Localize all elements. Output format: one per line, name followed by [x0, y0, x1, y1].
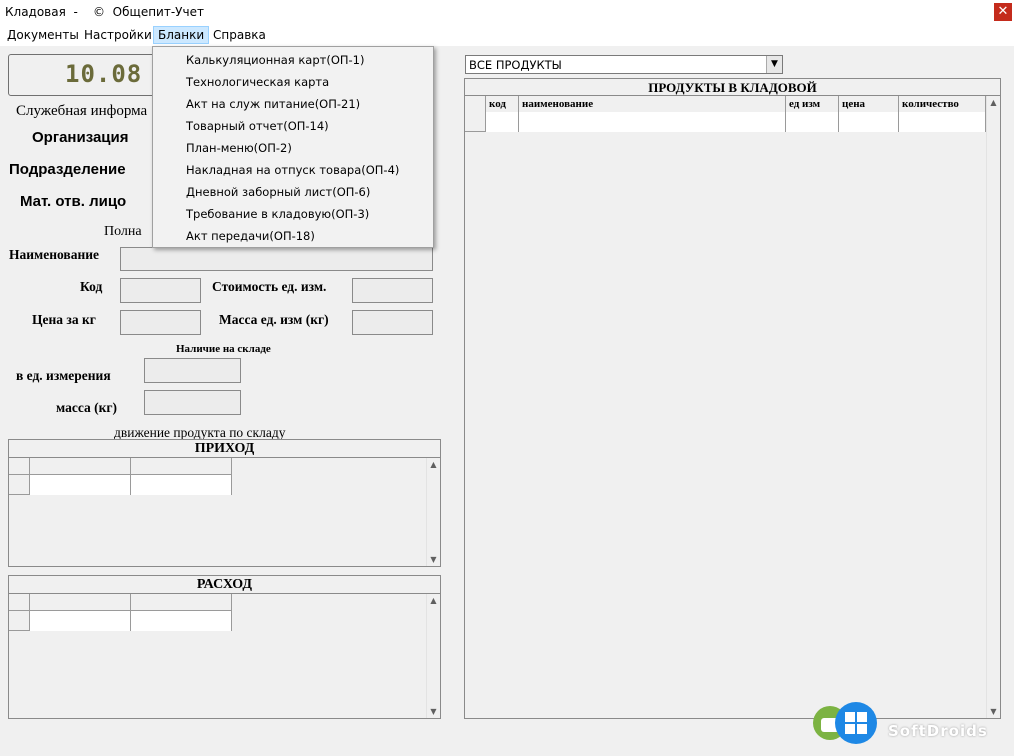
menu-forms[interactable]: Бланки: [153, 26, 210, 44]
responsible-label: Мат. отв. лицо: [20, 193, 127, 210]
dropdown-item-op2[interactable]: План-меню(ОП-2): [186, 138, 292, 158]
storeroom-title: ПРОДУКТЫ В КЛАДОВОЙ: [465, 79, 1000, 96]
watermark-text: SoftDroids: [888, 722, 988, 740]
product-filter-value: ВСЕ ПРОДУКТЫ: [469, 58, 562, 72]
service-info-label: Служебная информа: [16, 103, 148, 119]
stock-units-label: в ед. измерения: [16, 368, 111, 383]
dropdown-item-op21[interactable]: Акт на служ питание(ОП-21): [186, 94, 360, 114]
stock-mass-field[interactable]: [144, 390, 241, 415]
table-row[interactable]: [9, 475, 232, 495]
scroll-down-icon[interactable]: ▼: [987, 707, 1000, 716]
product-name-field[interactable]: [120, 247, 433, 271]
dropdown-item-op4[interactable]: Накладная на отпуск товара(ОП-4): [186, 160, 399, 180]
code-field[interactable]: [120, 278, 201, 303]
product-filter-select[interactable]: ВСЕ ПРОДУКТЫ ▼: [465, 55, 783, 74]
stock-units-field[interactable]: [144, 358, 241, 383]
column-header-code[interactable]: код: [486, 96, 519, 112]
unit-cost-field[interactable]: [352, 278, 433, 303]
scroll-up-icon[interactable]: ▲: [427, 596, 440, 605]
expense-section: РАСХОД ▲ ▼: [8, 575, 441, 719]
menu-help[interactable]: Справка: [209, 26, 270, 44]
dropdown-item-tech-card[interactable]: Технологическая карта: [186, 72, 329, 92]
expense-title: РАСХОД: [9, 576, 440, 594]
expense-grid-header: [9, 594, 232, 611]
chevron-down-icon[interactable]: ▼: [766, 56, 782, 73]
division-label: Подразделение: [9, 161, 126, 178]
table-row[interactable]: [9, 611, 232, 631]
income-scrollbar[interactable]: ▲ ▼: [426, 458, 440, 566]
title-bar: Кладовая - © Общепит-Учет ✕: [0, 0, 1014, 24]
dropdown-item-op1[interactable]: Калькуляционная карт(ОП-1): [186, 50, 365, 70]
table-row[interactable]: [465, 112, 986, 132]
full-label: Полна: [104, 224, 142, 239]
scroll-up-icon[interactable]: ▲: [987, 98, 1000, 107]
storeroom-grid-header: код наименование ед изм цена количество: [465, 96, 986, 112]
column-header-name[interactable]: наименование: [519, 96, 786, 112]
menu-bar: Документы Настройки Бланки Справка: [0, 24, 1014, 46]
column-header-quantity[interactable]: количество: [899, 96, 986, 112]
scroll-down-icon[interactable]: ▼: [427, 707, 440, 716]
code-label: Код: [80, 279, 103, 294]
organization-label: Организация: [32, 129, 129, 146]
unit-mass-label: Масса ед. изм (кг): [219, 312, 329, 327]
income-section: ПРИХОД ▲ ▼: [8, 439, 441, 567]
income-grid-header: [9, 458, 232, 475]
dropdown-item-op3[interactable]: Требование в кладовую(ОП-3): [186, 204, 369, 224]
storeroom-grid[interactable]: код наименование ед изм цена количество: [465, 96, 986, 132]
unit-mass-field[interactable]: [352, 310, 433, 335]
expense-grid[interactable]: [9, 594, 232, 632]
storeroom-scrollbar[interactable]: ▲ ▼: [986, 96, 1000, 718]
dropdown-item-op14[interactable]: Товарный отчет(ОП-14): [186, 116, 329, 136]
price-per-kg-label: Цена за кг: [32, 312, 96, 327]
column-header-unit[interactable]: ед изм: [786, 96, 839, 112]
stock-mass-label: масса (кг): [56, 400, 118, 415]
product-name-label: Наименование: [9, 247, 99, 262]
scroll-up-icon[interactable]: ▲: [427, 460, 440, 469]
watermark-logo-icon: [813, 702, 877, 744]
close-button[interactable]: ✕: [994, 3, 1012, 21]
window-title: Кладовая - © Общепит-Учет: [5, 5, 204, 19]
dropdown-item-op6[interactable]: Дневной заборный лист(ОП-6): [186, 182, 370, 202]
scroll-down-icon[interactable]: ▼: [427, 555, 440, 564]
price-per-kg-field[interactable]: [120, 310, 201, 335]
dropdown-item-op18[interactable]: Акт передачи(ОП-18): [186, 226, 315, 246]
income-grid[interactable]: [9, 458, 232, 496]
expense-scrollbar[interactable]: ▲ ▼: [426, 594, 440, 718]
date-value: 10.08: [65, 60, 143, 88]
forms-dropdown-menu: Калькуляционная карт(ОП-1) Технологическ…: [152, 46, 434, 248]
stock-title: Наличие на складе: [176, 343, 271, 355]
menu-settings[interactable]: Настройки: [80, 26, 156, 44]
column-header-price[interactable]: цена: [839, 96, 899, 112]
storeroom-products-panel: ПРОДУКТЫ В КЛАДОВОЙ код наименование ед …: [464, 78, 1001, 719]
date-display: 10.08: [8, 54, 158, 96]
income-title: ПРИХОД: [9, 440, 440, 458]
unit-cost-label: Стоимость ед. изм.: [212, 279, 327, 294]
menu-documents[interactable]: Документы: [3, 26, 83, 44]
